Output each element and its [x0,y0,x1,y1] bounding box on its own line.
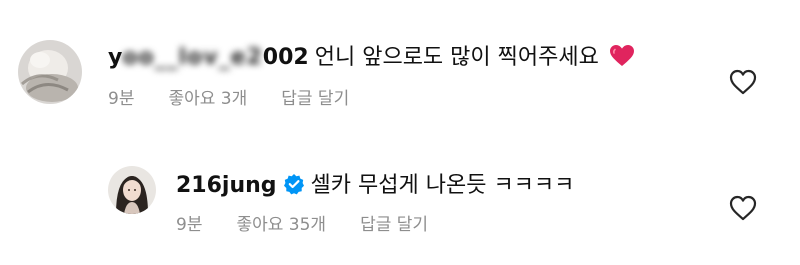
avatar[interactable] [18,40,82,104]
heart-outline-icon [729,69,757,95]
heart-emoji [609,44,635,76]
avatar-image [18,40,82,104]
username-visible-start: y [108,45,123,70]
comment-text: 셀카 무섭게 나온듯 ㅋㅋㅋㅋ [310,173,575,198]
reply-button[interactable]: 답글 달기 [281,88,349,110]
reply-button[interactable]: 답글 달기 [360,214,428,236]
comment-meta: 9분 좋아요 35개 답글 달기 [176,214,428,236]
comments-screen: yoo__lov_e2002 언니 앞으로도 많이 찍어주세요 9분 좋아요 3개 답… [0,0,800,265]
comment-likes-count[interactable]: 좋아요 35개 [236,214,326,236]
comment-username[interactable]: 216jung [176,173,277,198]
heart-outline-icon [729,195,757,221]
comment-text: 언니 앞으로도 많이 찍어주세요 [314,45,599,70]
like-button[interactable] [728,68,758,96]
like-button[interactable] [728,194,758,222]
comment-line: 216jung 셀카 무섭게 나온듯 ㅋㅋㅋㅋ [176,172,574,203]
comment-time: 9분 [108,89,135,109]
verified-badge-icon [283,173,305,203]
avatar-image [108,166,156,214]
username-visible-end: 002 [262,45,309,70]
comment-line: yoo__lov_e2002 언니 앞으로도 많이 찍어주세요 [108,44,635,76]
username-masked: oo__lov_e2 [122,45,263,70]
red-heart-icon [609,45,634,66]
avatar[interactable] [108,166,156,214]
comment-username[interactable]: yoo__lov_e2002 [108,45,309,70]
comment-time: 9분 [176,215,203,235]
comment-meta: 9분 좋아요 3개 답글 달기 [108,88,349,110]
verified-badge-shape [283,174,304,195]
comment-likes-count[interactable]: 좋아요 3개 [168,88,247,110]
